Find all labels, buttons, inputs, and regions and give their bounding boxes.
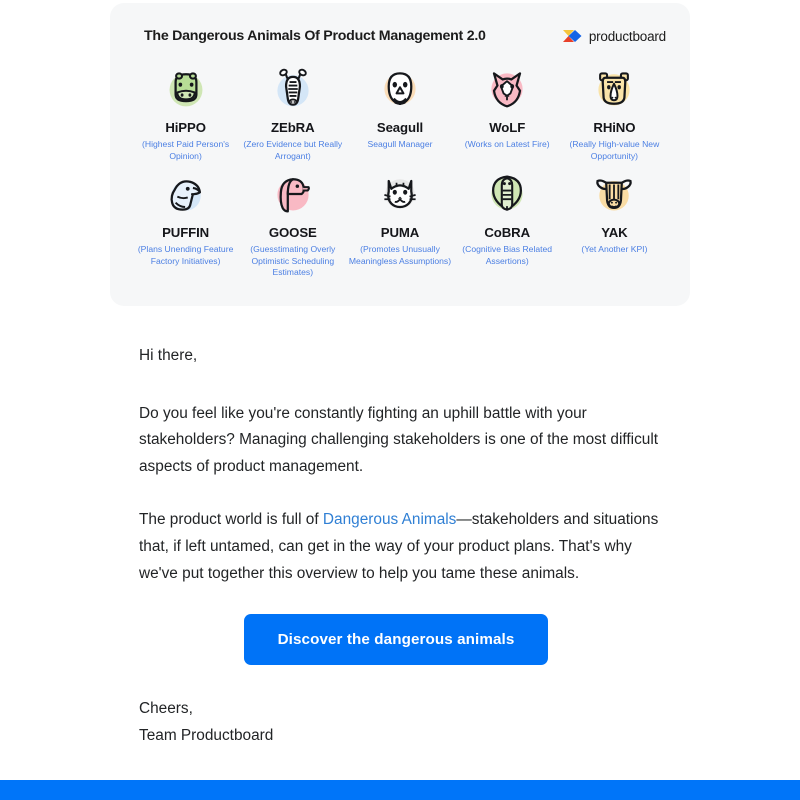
hippo-icon [169, 72, 203, 107]
animal-card-rhino: RHiNO (Really High-value New Opportunity… [561, 63, 668, 162]
discover-dangerous-animals-button[interactable]: Discover the dangerous animals [243, 614, 549, 666]
animal-name: Seagull [376, 120, 424, 135]
animal-card-hippo: HiPPO (Highest Paid Person's Opinion) [132, 63, 239, 162]
rhino-icon [598, 72, 630, 106]
hero-card: The Dangerous Animals Of Product Managem… [110, 3, 690, 306]
animal-name: WoLF [489, 120, 526, 135]
animal-description: (Plans Unending Feature Factory Initiati… [137, 244, 234, 266]
yak-icon [596, 179, 633, 211]
footer-bar [0, 780, 800, 800]
animal-description: (Guesstimating Overly Optimistic Schedul… [250, 244, 336, 278]
animal-description: (Cognitive Bias Related Assertions) [462, 244, 553, 266]
animal-card-yak: YAK (Yet Another KPI) [561, 168, 668, 279]
puma-icon [384, 179, 416, 209]
zebra-icon [277, 68, 309, 107]
email-content: Hi there, Do you feel like you're consta… [139, 343, 659, 749]
animal-description: (Highest Paid Person's Opinion) [142, 139, 230, 161]
puffin-icon [170, 180, 201, 211]
animal-card-seagull: Seagull Seagull Manager [346, 63, 453, 162]
animal-description: (Zero Evidence but Really Arrogant) [243, 139, 343, 161]
productboard-logo-icon [562, 29, 582, 42]
animal-name: ZEbRA [271, 120, 315, 135]
greeting-text: Hi there, [139, 347, 198, 364]
signoff-line-one: Cheers, [139, 700, 193, 718]
animal-name: YAK [601, 225, 628, 241]
hero-title: The Dangerous Animals Of Product Managem… [144, 28, 486, 44]
animal-description: (Yet Another KPI) [581, 244, 648, 255]
animal-card-wolf: WoLF (Works on Latest Fire) [454, 63, 561, 162]
animal-card-puma: PUMA (Promotes Unusually Meaningless Ass… [346, 168, 453, 279]
signoff: Cheers, Team Productboard [139, 696, 659, 749]
paragraph-two-lead: The product world is full of [139, 511, 323, 529]
signoff-line-two: Team Productboard [139, 726, 274, 744]
animal-name: CoBRA [484, 225, 531, 241]
dangerous-animals-link[interactable]: Dangerous Animals [323, 511, 456, 528]
animal-description: Seagull Manager [367, 139, 433, 149]
animal-card-puffin: PUFFIN (Plans Unending Feature Factory I… [132, 168, 239, 279]
productboard-wordmark: productboard [588, 28, 666, 44]
animal-description: (Really High-value New Opportunity) [569, 139, 660, 161]
email-body: The Dangerous Animals Of Product Managem… [0, 0, 800, 800]
animal-name: RHiNO [593, 120, 636, 135]
seagull-icon [384, 72, 416, 106]
animal-name: PUMA [380, 225, 420, 241]
paragraph-two: The product world is full of Dangerous A… [139, 507, 659, 587]
goose-icon [277, 178, 310, 213]
animal-name: HiPPO [165, 120, 206, 135]
animal-description: (Promotes Unusually Meaningless Assumpti… [348, 244, 452, 266]
animal-card-goose: GOOSE (Guesstimating Overly Optimistic S… [239, 168, 346, 279]
cta-row: Discover the dangerous animals [139, 614, 659, 666]
hero-header: The Dangerous Animals Of Product Managem… [132, 21, 668, 51]
animal-description: (Works on Latest Fire) [464, 139, 550, 149]
animal-grid: HiPPO (Highest Paid Person's Opinion) ZE… [132, 63, 668, 279]
animal-name: GOOSE [268, 225, 317, 241]
animal-card-zebra: ZEbRA (Zero Evidence but Really Arrogant… [239, 63, 346, 162]
paragraph-one: Do you feel like you're constantly fight… [139, 404, 659, 475]
animal-name: PUFFIN [162, 225, 210, 241]
wolf-icon [491, 72, 523, 108]
animal-card-cobra: CoBRA (Cognitive Bias Related Assertions… [454, 168, 561, 279]
productboard-brand: productboard [562, 28, 666, 44]
cobra-icon [491, 175, 523, 211]
